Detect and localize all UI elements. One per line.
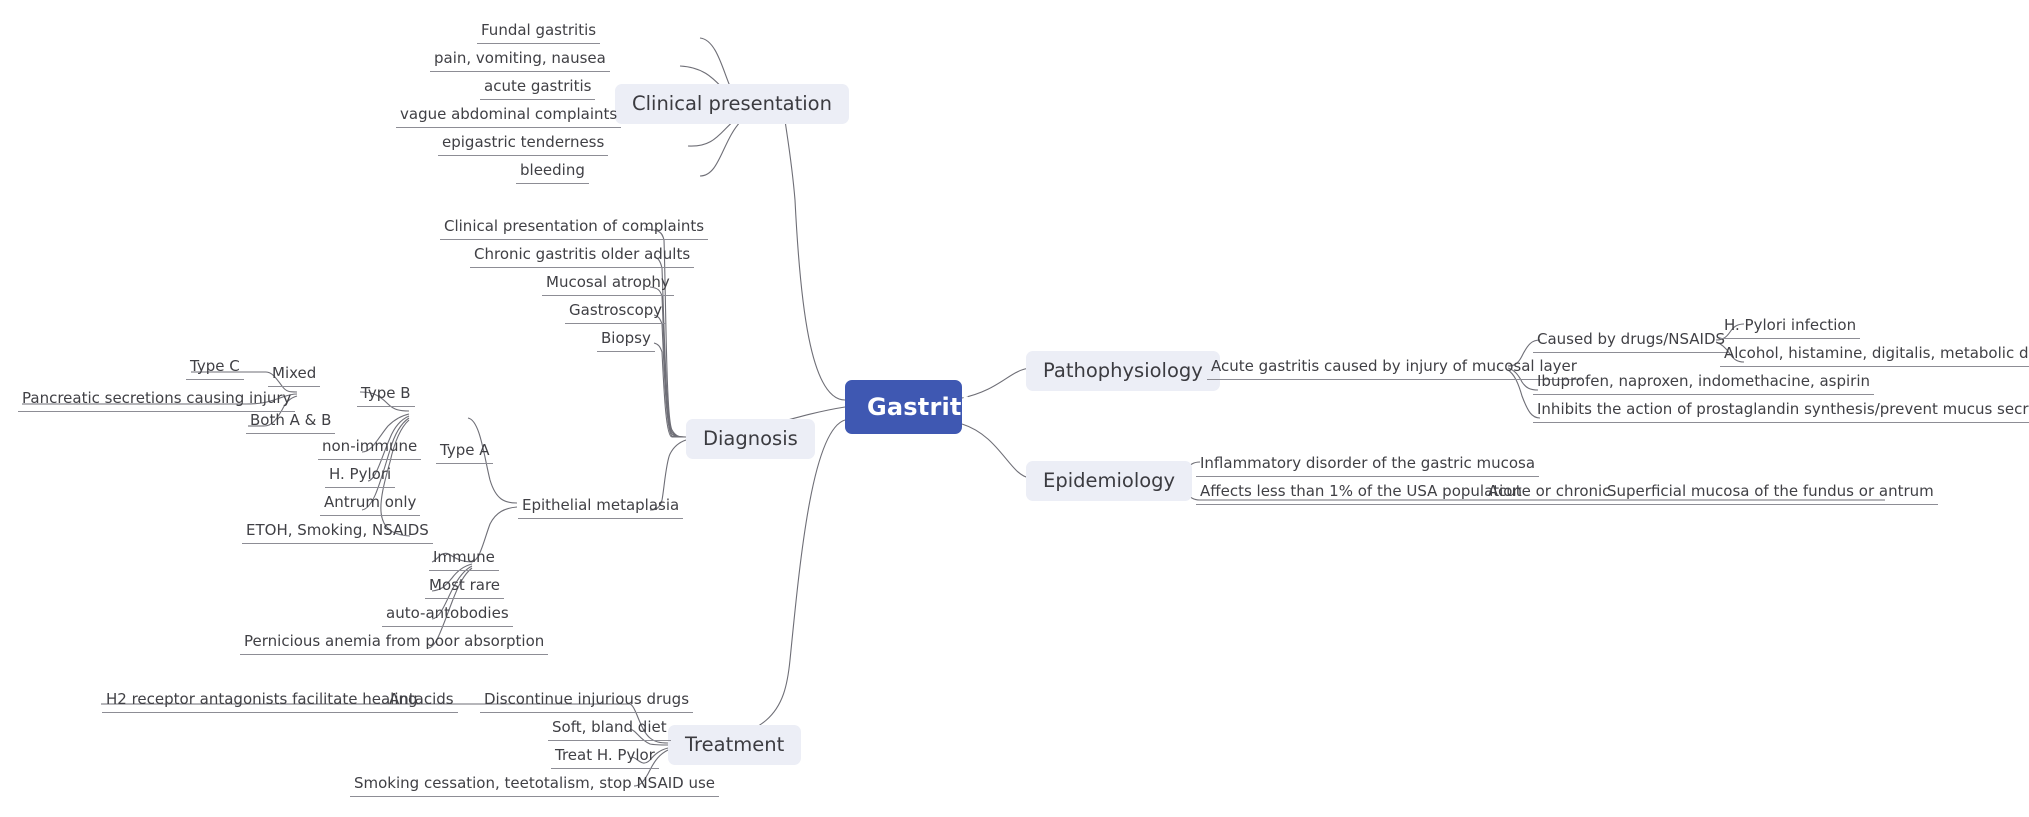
leaf-mucosal-atrophy[interactable]: Mucosal atrophy bbox=[542, 273, 674, 297]
leaf-type-a[interactable]: Type A bbox=[436, 441, 494, 465]
leaf-treat-h-pylor[interactable]: Treat H. Pylor bbox=[551, 746, 659, 770]
leaf-discontinue-injurious-drugs[interactable]: Discontinue injurious drugs bbox=[480, 690, 694, 714]
leaf-immune[interactable]: Immune bbox=[429, 548, 499, 572]
root-node-gastritis[interactable]: Gastritis bbox=[845, 380, 984, 435]
leaf-etoh-smoking-nsaids[interactable]: ETOH, Smoking, NSAIDS bbox=[242, 521, 433, 545]
leaf-pernicious-anemia[interactable]: Pernicious anemia from poor absorption bbox=[240, 632, 549, 656]
branch-pathophysiology[interactable]: Pathophysiology bbox=[1026, 351, 1220, 392]
leaf-biopsy[interactable]: Biopsy bbox=[597, 329, 655, 353]
leaf-h-pylori-infection[interactable]: H. Pylori infection bbox=[1720, 316, 1861, 340]
leaf-pancreatic-secretions-causing-injury[interactable]: Pancreatic secretions causing injury bbox=[18, 389, 296, 413]
leaf-fundal-gastritis[interactable]: Fundal gastritis bbox=[477, 21, 601, 45]
branch-clinical-presentation[interactable]: Clinical presentation bbox=[615, 84, 849, 125]
leaf-clinical-presentation-of-complaints[interactable]: Clinical presentation of complaints bbox=[440, 217, 709, 241]
leaf-soft-bland-diet[interactable]: Soft, bland diet bbox=[548, 718, 671, 742]
leaf-type-b[interactable]: Type B bbox=[357, 384, 415, 408]
leaf-vague-abdominal-complaints[interactable]: vague abdominal complaints bbox=[396, 105, 622, 129]
leaf-bleeding[interactable]: bleeding bbox=[516, 161, 589, 185]
leaf-caused-by-drugs-nsaids[interactable]: Caused by drugs/NSAIDS bbox=[1533, 330, 1730, 354]
leaf-acute-gastritis[interactable]: acute gastritis bbox=[480, 77, 596, 101]
leaf-epithelial-metaplasia[interactable]: Epithelial metaplasia bbox=[518, 496, 684, 520]
leaf-superficial-mucosa[interactable]: Superficial mucosa of the fundus or antr… bbox=[1603, 482, 1938, 506]
leaf-h2-receptor-antagonists[interactable]: H2 receptor antagonists facilitate heali… bbox=[102, 690, 422, 714]
leaf-auto-antobodies[interactable]: auto-antobodies bbox=[382, 604, 513, 628]
leaf-antrum-only[interactable]: Antrum only bbox=[320, 493, 421, 517]
leaf-both-a-and-b[interactable]: Both A & B bbox=[246, 411, 336, 435]
leaf-mixed[interactable]: Mixed bbox=[268, 364, 321, 388]
leaf-affects-less-than-1-percent[interactable]: Affects less than 1% of the USA populati… bbox=[1196, 482, 1526, 506]
leaf-alcohol-histamine-digitalis[interactable]: Alcohol, histamine, digitalis, metabolic… bbox=[1720, 344, 2029, 368]
leaf-acute-or-chronic[interactable]: Acute or chronic bbox=[1484, 482, 1615, 506]
leaf-acute-gastritis-mucosal-injury[interactable]: Acute gastritis caused by injury of muco… bbox=[1207, 357, 1581, 381]
leaf-h-pylori[interactable]: H. Pylori bbox=[325, 465, 396, 489]
leaf-gastroscopy[interactable]: Gastroscopy bbox=[565, 301, 667, 325]
leaf-inflammatory-disorder[interactable]: Inflammatory disorder of the gastric muc… bbox=[1196, 454, 1540, 478]
branch-treatment[interactable]: Treatment bbox=[668, 725, 802, 766]
mindmap-canvas: Gastritis Clinical presentation Fundal g… bbox=[0, 0, 2029, 817]
leaf-smoking-cessation[interactable]: Smoking cessation, teetotalism, stop NSA… bbox=[350, 774, 720, 798]
leaf-most-rare[interactable]: Most rare bbox=[425, 576, 505, 600]
leaf-type-c[interactable]: Type C bbox=[186, 357, 244, 381]
leaf-non-immune[interactable]: non-immune bbox=[318, 437, 422, 461]
branch-epidemiology[interactable]: Epidemiology bbox=[1026, 461, 1193, 502]
leaf-chronic-gastritis-older-adults[interactable]: Chronic gastritis older adults bbox=[470, 245, 695, 269]
leaf-ibuprofen-naproxen[interactable]: Ibuprofen, naproxen, indomethacine, aspi… bbox=[1533, 372, 1875, 396]
leaf-pain-vomiting-nausea[interactable]: pain, vomiting, nausea bbox=[430, 49, 610, 73]
leaf-inhibits-prostaglandin[interactable]: Inhibits the action of prostaglandin syn… bbox=[1533, 400, 2029, 424]
leaf-epigastric-tenderness[interactable]: epigastric tenderness bbox=[438, 133, 609, 157]
branch-diagnosis[interactable]: Diagnosis bbox=[686, 419, 815, 460]
